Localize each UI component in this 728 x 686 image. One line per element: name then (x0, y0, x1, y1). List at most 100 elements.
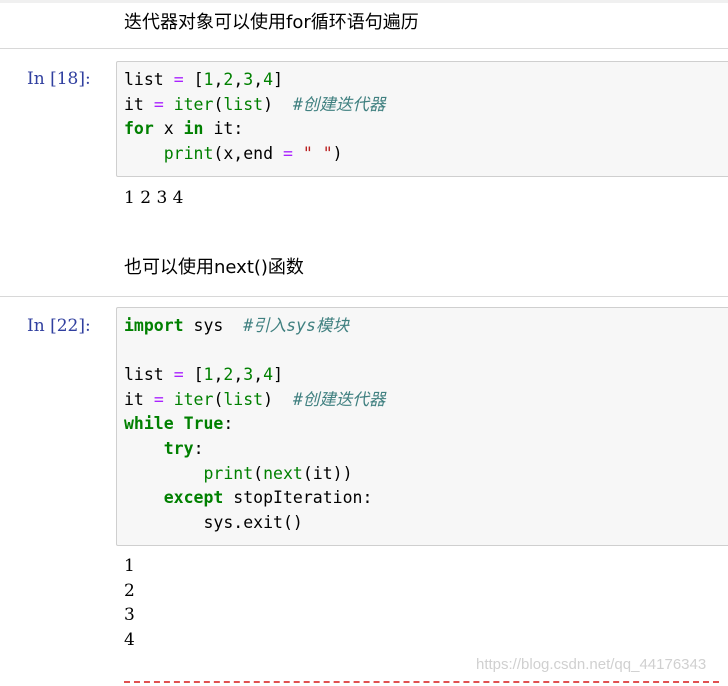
code-token: x (163, 119, 174, 139)
code-token: = (173, 365, 184, 385)
code-token: ] (273, 365, 283, 385)
code-token: #引入sys模块 (243, 316, 349, 335)
code-token: , (233, 143, 244, 163)
code-token: 1 (203, 365, 214, 385)
markdown-cell-1: 迭代器对象可以使用for循环语句遍历 (124, 12, 419, 33)
code-token: = (153, 94, 164, 114)
code-token: True (183, 414, 224, 434)
code-line: it = iter(list) #创建迭代器 (124, 388, 385, 413)
output-18: 1 2 3 4 (124, 186, 183, 211)
code-token: sys (203, 512, 234, 532)
code-token: = (153, 389, 164, 409)
code-token: . (233, 512, 244, 532)
code-token: in (183, 119, 204, 139)
code-token: try (163, 438, 194, 458)
code-token: )) (332, 463, 353, 483)
code-line: try: (124, 437, 385, 462)
code-token: except (163, 488, 224, 508)
dashed-divider (124, 681, 719, 683)
code-token: 1 (203, 70, 214, 89)
code-token: it (124, 389, 144, 409)
code-token: ) (263, 94, 274, 114)
code-editor-18[interactable]: list = [1,2,3,4] it = iter(list) #创建迭代器 fo… (124, 68, 385, 166)
code-token: : (362, 488, 373, 508)
output-22: 1 2 3 4 (124, 554, 135, 652)
code-token: ( (302, 463, 313, 483)
code-editor-22[interactable]: import sys #引入sys模块 list = [1,2,3,4] it = … (124, 314, 385, 535)
output-line: 1 (124, 556, 135, 576)
code-token: import (124, 316, 184, 335)
watermark: https://blog.csdn.net/qq_44176343 (476, 656, 707, 673)
code-token: , (253, 365, 264, 385)
code-token: x (223, 143, 234, 163)
code-token: iter (173, 94, 214, 114)
code-token: ) (332, 143, 343, 163)
output-line: 3 (124, 605, 135, 626)
code-token: for (124, 119, 154, 139)
code-token: = (282, 143, 293, 163)
output-line: 4 (124, 629, 135, 650)
cell-separator (0, 48, 728, 49)
code-line: print(x,end = " ") (124, 142, 385, 167)
code-token: , (213, 365, 224, 385)
code-token: while (124, 414, 174, 434)
code-token: 3 (243, 70, 254, 89)
code-token: () (282, 512, 303, 532)
code-line: print(next(it)) (124, 462, 385, 487)
code-token: : (223, 414, 234, 434)
code-token: ] (273, 70, 283, 89)
code-token: [ (193, 70, 204, 89)
code-token: it (124, 94, 144, 114)
code-token: list (223, 94, 264, 114)
code-token: , (253, 70, 264, 89)
code-line: except stopIteration: (124, 486, 385, 511)
code-token: 2 (223, 365, 234, 385)
code-token: , (233, 70, 244, 89)
top-edge (0, 0, 728, 3)
output-line: 2 (124, 580, 135, 601)
code-token: it (312, 463, 333, 483)
code-line: sys.exit() (124, 511, 385, 536)
code-token: " " (302, 143, 333, 163)
code-token: , (213, 70, 224, 89)
code-token: : (233, 119, 244, 139)
code-token: = (173, 70, 184, 89)
code-token: , (233, 365, 244, 385)
code-token: next (263, 463, 303, 483)
code-token: ) (263, 389, 274, 409)
code-line: list = [1,2,3,4] (124, 363, 385, 388)
code-token: ( (213, 143, 224, 163)
code-line: for x in it: (124, 117, 385, 142)
code-line: it = iter(list) #创建迭代器 (124, 93, 385, 118)
code-token: : (193, 438, 204, 458)
code-token: ( (253, 463, 264, 483)
code-token: print (163, 143, 214, 163)
code-token: list (223, 389, 264, 409)
code-token: ( (213, 389, 224, 409)
code-line: import sys #引入sys模块 (124, 314, 385, 339)
code-token: #创建迭代器 (292, 94, 386, 114)
code-token: 4 (263, 70, 274, 89)
output-line: 1 2 3 4 (124, 188, 184, 208)
code-token: list (124, 365, 164, 385)
